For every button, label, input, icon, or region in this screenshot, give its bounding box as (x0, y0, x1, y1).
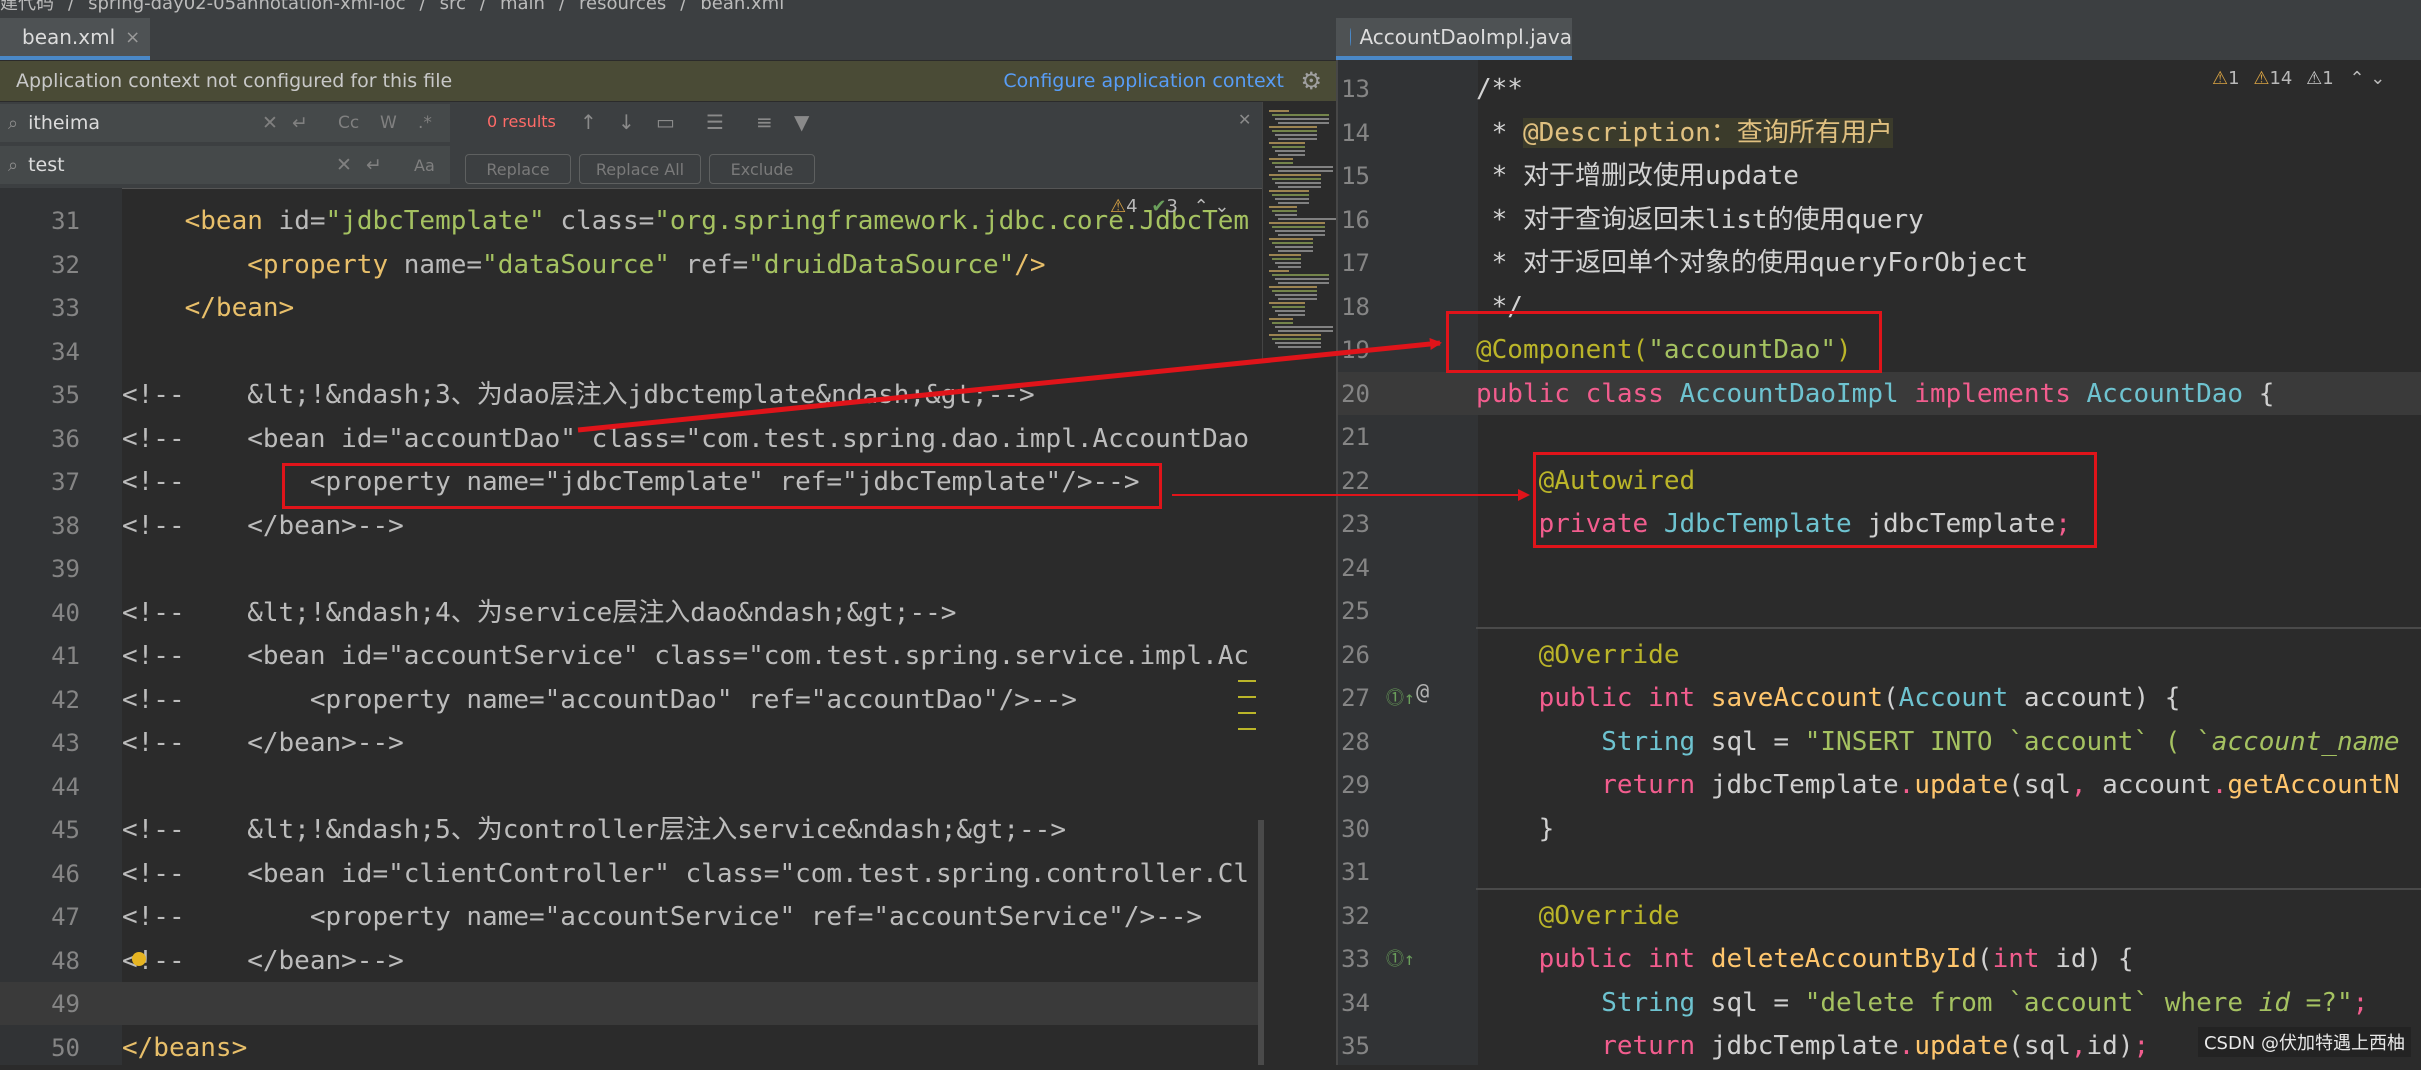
arrow-dao-to-component (577, 338, 1442, 433)
watermark: CSDN @伏加特遇上西柚 (2197, 1027, 2411, 1057)
annotation-arrows (577, 338, 1530, 501)
